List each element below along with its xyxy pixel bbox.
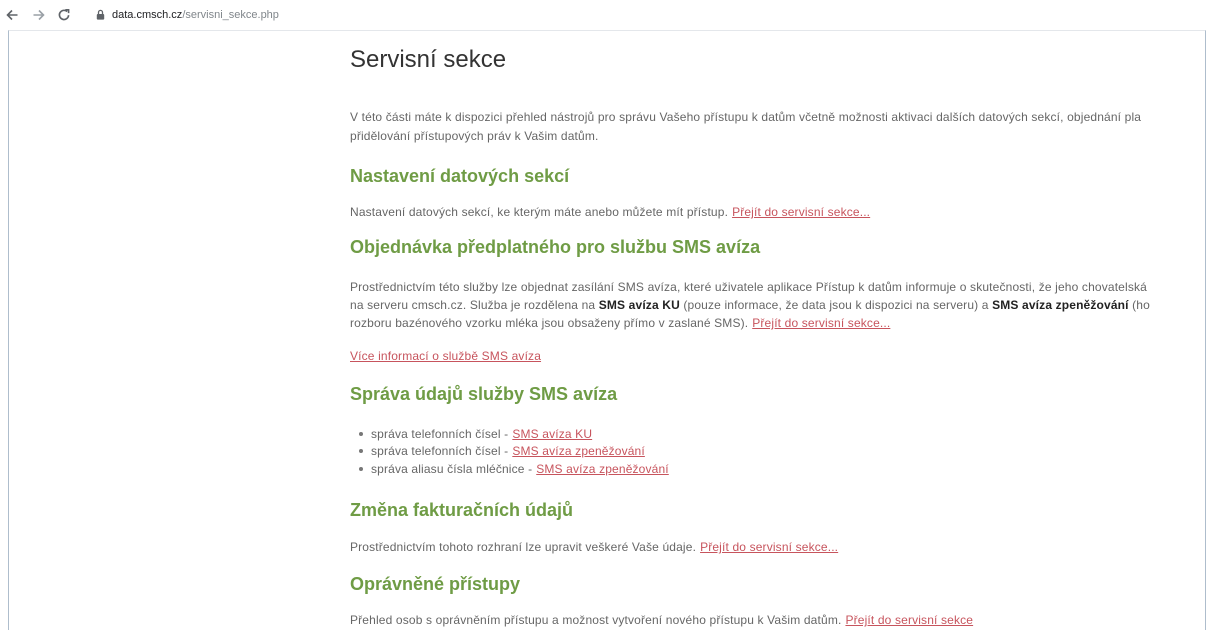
- billing-description: Prostřednictvím tohoto rozhraní lze upra…: [350, 538, 838, 556]
- address-bar[interactable]: data.cmsch.cz/servisni_sekce.php: [112, 8, 279, 22]
- sms-order-line: rozboru bazénového vzorku mléka jsou obs…: [350, 314, 890, 332]
- sms-order-link[interactable]: Přejít do servisní sekce...: [752, 316, 890, 330]
- sms-more-info-link[interactable]: Více informací o službě SMS avíza: [350, 349, 541, 363]
- sms-ku-phones-link[interactable]: SMS avíza KU: [512, 427, 592, 441]
- section-heading-sms-management: Správa údajů služby SMS avíza: [350, 384, 618, 404]
- sms-order-text: (pouze informace, že data jsou k dispozi…: [679, 298, 993, 312]
- list-item: správa aliasu čísla mléčnice - SMS avíza …: [350, 460, 669, 478]
- lock-icon[interactable]: [96, 9, 105, 20]
- sms-zpenezovani-bold: SMS avíza zpeněžování: [992, 298, 1129, 312]
- sms-zpenezovani-alias-link[interactable]: SMS avíza zpeněžování: [536, 462, 669, 476]
- url-host: data.cmsch.cz: [112, 9, 183, 21]
- sms-ku-bold: SMS avíza KU: [598, 298, 680, 312]
- sms-order-line: na serveru cmsch.cz. Služba je rozdělena…: [350, 296, 1150, 314]
- section-heading-data-sections: Nastavení datových sekcí: [350, 166, 570, 186]
- access-text: Přehled osob s oprávněním přístupu a mož…: [350, 613, 842, 627]
- section-heading-billing: Změna fakturačních údajů: [350, 500, 574, 520]
- bullet-icon: [359, 466, 363, 471]
- sms-order-text: na serveru cmsch.cz. Služba je rozdělena…: [350, 298, 599, 312]
- url-path: /servisni_sekce.php: [182, 9, 279, 21]
- bullet-icon: [359, 448, 363, 453]
- list-item-text: správa telefonních čísel -: [371, 427, 509, 441]
- main-content: Servisní sekce V této části máte k dispo…: [350, 0, 1205, 630]
- list-item-text: správa aliasu čísla mléčnice -: [371, 462, 533, 476]
- reload-icon[interactable]: [57, 8, 71, 22]
- bullet-icon: [359, 431, 363, 436]
- data-sections-description: Nastavení datových sekcí, ke kterým máte…: [350, 203, 870, 221]
- page-title: Servisní sekce: [350, 46, 507, 73]
- intro-line: V této části máte k dispozici přehled ná…: [350, 110, 1142, 124]
- section-heading-access: Oprávněné přístupy: [350, 574, 521, 594]
- access-link[interactable]: Přejít do servisní sekce: [845, 613, 973, 627]
- sms-order-text: (ho: [1128, 298, 1150, 312]
- list-item: správa telefonních čísel - SMS avíza KU: [350, 425, 592, 443]
- sms-order-line: Prostřednictvím této služby lze objednat…: [350, 280, 1147, 294]
- list-item: správa telefonních čísel - SMS avíza zpen…: [350, 442, 645, 460]
- billing-text: Prostřednictvím tohoto rozhraní lze upra…: [350, 540, 697, 554]
- list-item-text: správa telefonních čísel -: [371, 444, 509, 458]
- intro-line: přidělování přístupových práv k Vašim da…: [350, 129, 599, 143]
- sms-order-text: rozboru bazénového vzorku mléka jsou obs…: [350, 316, 749, 330]
- data-sections-text: Nastavení datových sekcí, ke kterým máte…: [350, 205, 729, 219]
- back-arrow-icon[interactable]: [5, 8, 19, 22]
- access-description: Přehled osob s oprávněním přístupu a mož…: [350, 611, 973, 629]
- billing-link[interactable]: Přejít do servisní sekce...: [700, 540, 838, 554]
- sms-zpenezovani-phones-link[interactable]: SMS avíza zpeněžování: [512, 444, 645, 458]
- data-sections-link[interactable]: Přejít do servisní sekce...: [732, 205, 870, 219]
- forward-arrow-icon[interactable]: [32, 8, 46, 22]
- section-heading-sms-order: Objednávka předplatného pro službu SMS a…: [350, 237, 761, 257]
- sms-more-info-row: Více informací o službě SMS avíza: [350, 347, 541, 365]
